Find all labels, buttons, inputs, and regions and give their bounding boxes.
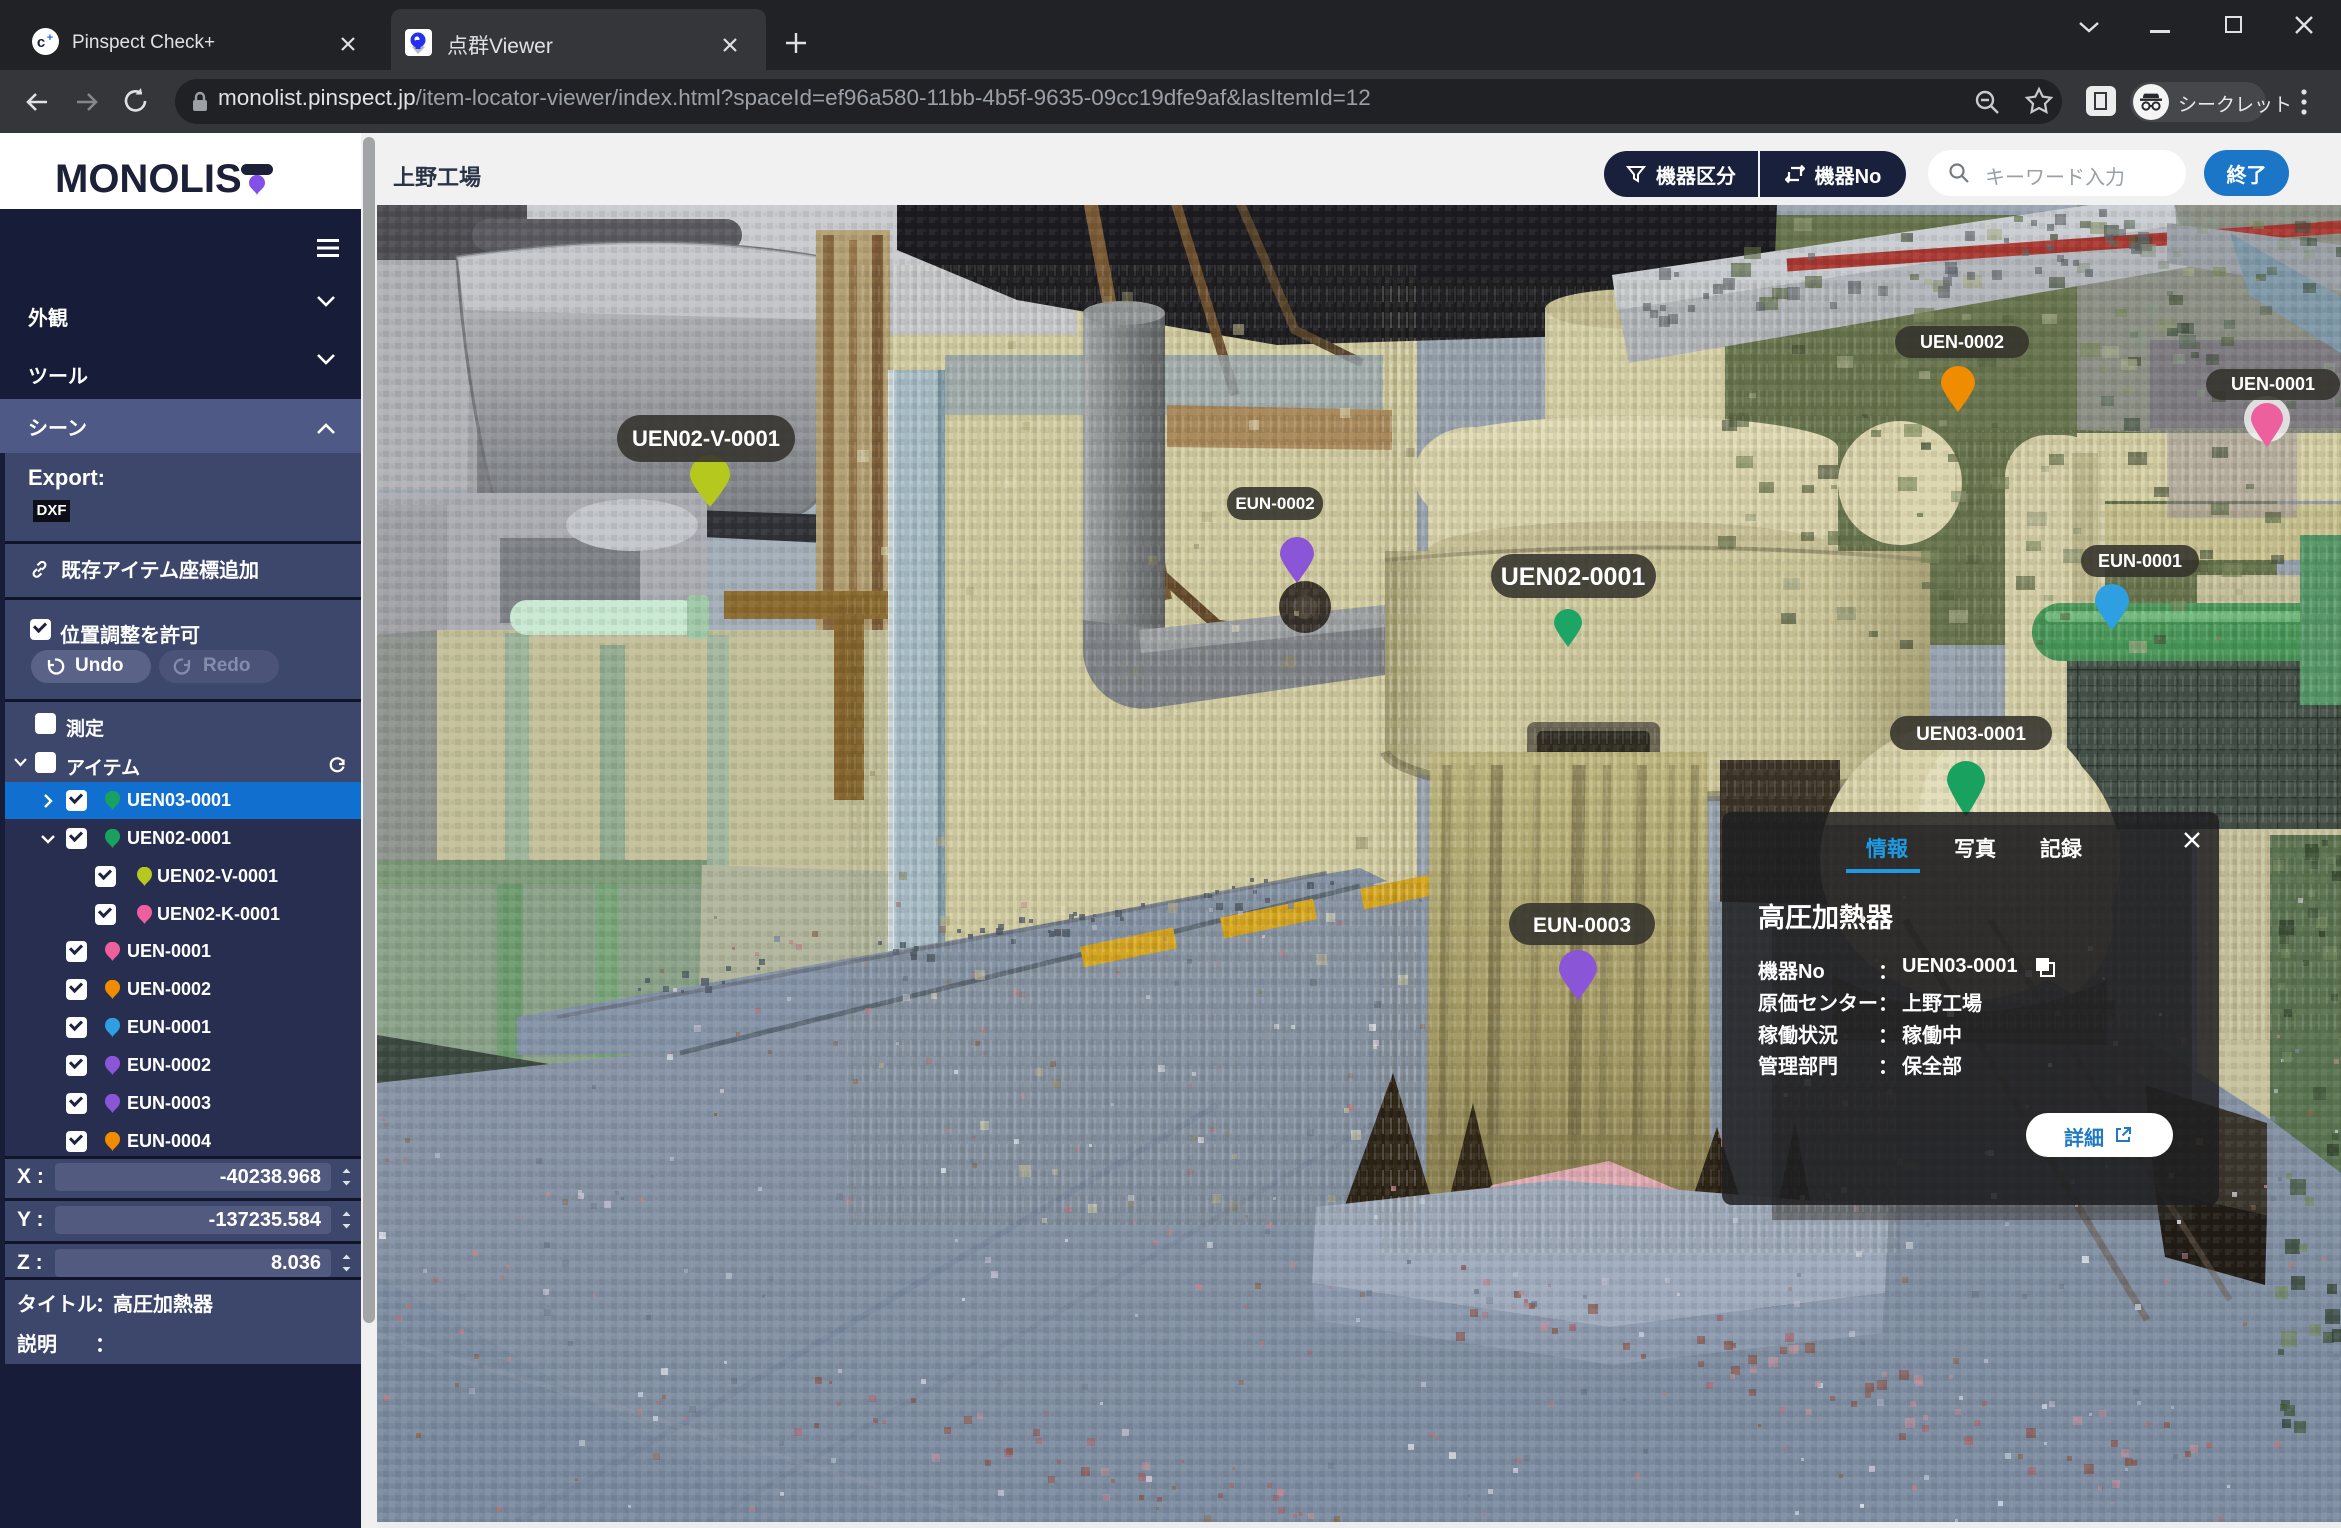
svg-text:UEN-0002: UEN-0002 — [1920, 332, 2004, 352]
svg-text:UEN03-0001: UEN03-0001 — [1916, 724, 2026, 745]
svg-text:EUN-0001: EUN-0001 — [2098, 551, 2182, 571]
svg-text:EUN-0002: EUN-0002 — [1235, 494, 1314, 513]
svg-text:c: c — [37, 34, 45, 51]
svg-text:EUN-0003: EUN-0003 — [1533, 914, 1631, 937]
svg-text:UEN02-0001: UEN02-0001 — [1501, 563, 1646, 591]
svg-text:+: + — [47, 32, 53, 44]
svg-text:UEN02-V-0001: UEN02-V-0001 — [632, 426, 780, 451]
svg-text:UEN-0001: UEN-0001 — [2231, 374, 2315, 394]
